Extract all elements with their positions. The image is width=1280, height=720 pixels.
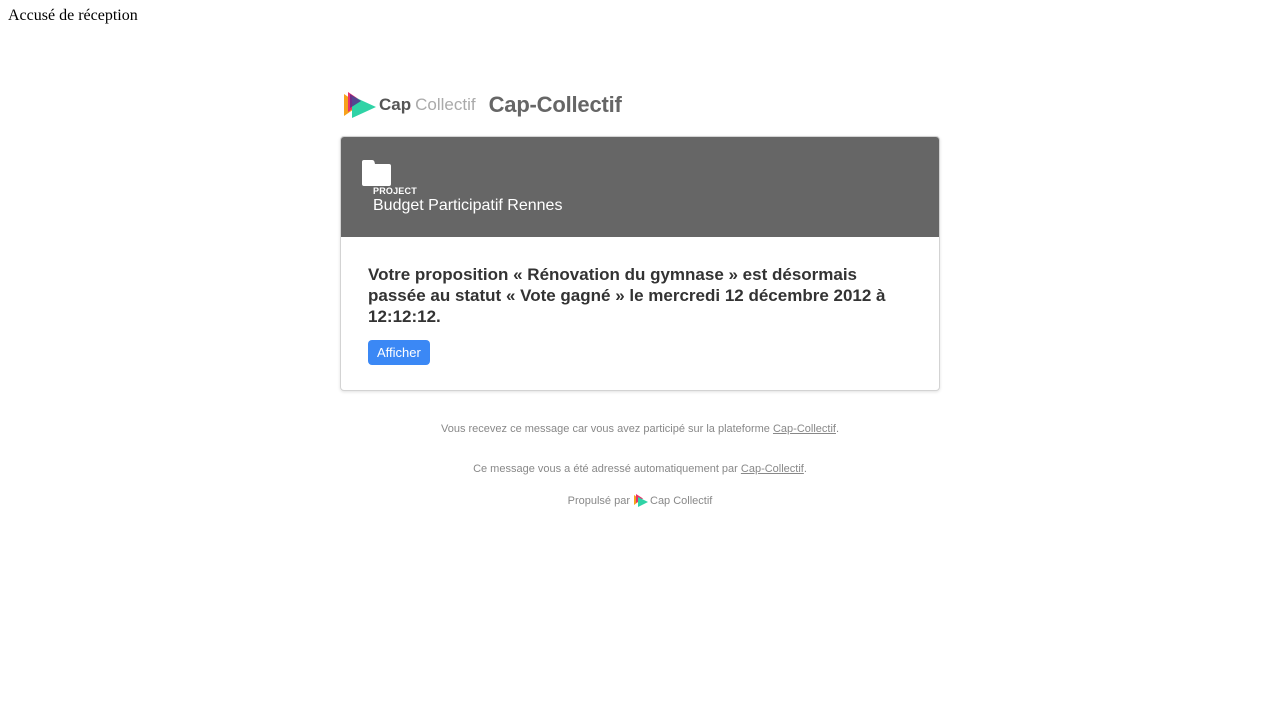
brand-header: Cap Collectif Cap-Collectif (340, 88, 940, 122)
footer-line2-text: Ce message vous a été adressé automatiqu… (473, 463, 741, 475)
footer-line1-link[interactable]: Cap-Collectif (773, 423, 836, 435)
status-message: Votre proposition « Rénovation du gymnas… (368, 265, 886, 326)
document-title: Accusé de réception (8, 7, 138, 24)
powered-by-prefix: Propulsé par (567, 495, 630, 507)
footer-line1-text: Vous recevez ce message car vous avez pa… (440, 423, 773, 435)
project-name: Budget Participatif Rennes (373, 197, 563, 214)
email-footer: Vous recevez ce message car vous avez pa… (340, 422, 940, 508)
powered-by: Propulsé par Cap Collectif (340, 494, 940, 508)
footer-line2-suffix: . (803, 463, 807, 475)
cap-collectif-mini-logo-icon (634, 494, 648, 507)
project-label: PROJECT (373, 186, 417, 196)
footer-line1-suffix: . (835, 423, 840, 435)
notification-card: PROJECT Budget Participatif Rennes Votre… (340, 136, 940, 391)
folder-icon (362, 160, 391, 186)
footer-automatic-note: Ce message vous a été adressé automatiqu… (340, 462, 940, 476)
brand-logo: Cap Collectif (343, 90, 476, 120)
card-header: PROJECT Budget Participatif Rennes (341, 137, 939, 237)
show-button[interactable]: Afficher (368, 340, 430, 365)
logo-word-cap: Cap (379, 95, 412, 114)
card-body: Votre proposition « Rénovation du gymnas… (341, 237, 939, 390)
email-wrapper: Cap Collectif Cap-Collectif PROJECT Budg… (340, 88, 940, 508)
logo-word-collectif: Collectif (415, 95, 476, 114)
powered-by-name: Cap Collectif (650, 495, 713, 507)
cap-collectif-logo-icon (344, 92, 376, 118)
footer-participation-note: Vous recevez ce message car vous avez pa… (340, 422, 940, 436)
platform-name: Cap-Collectif (488, 92, 622, 117)
footer-line2-link[interactable]: Cap-Collectif (741, 463, 804, 475)
